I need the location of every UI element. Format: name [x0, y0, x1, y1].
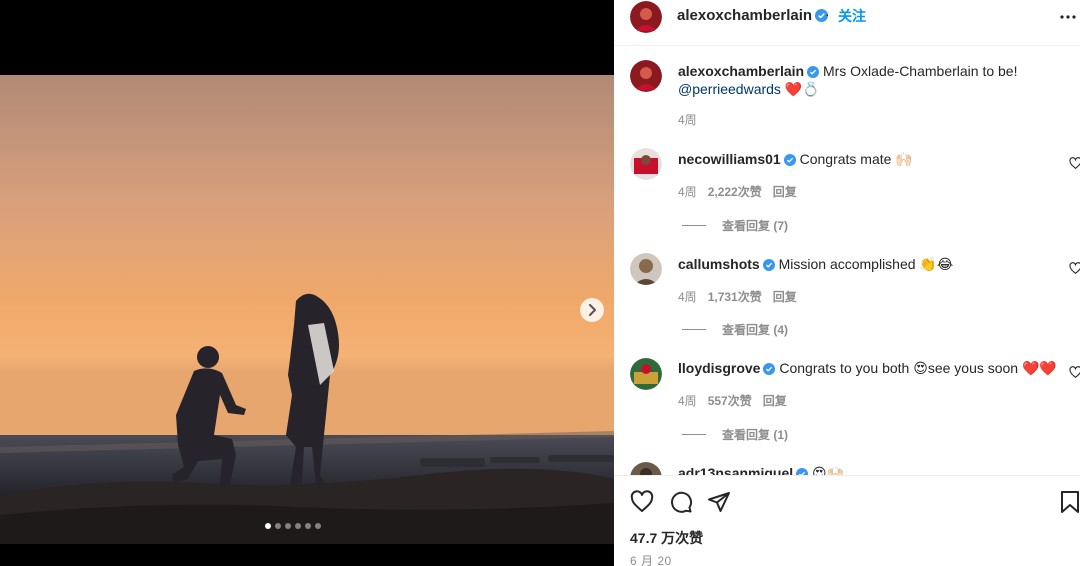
- view-replies-button[interactable]: 查看回复 (4): [682, 321, 788, 338]
- comment-likes[interactable]: 1,731次赞: [708, 288, 762, 305]
- verified-badge-icon: [783, 154, 796, 166]
- comment-username[interactable]: necowilliams01: [678, 151, 781, 167]
- comment-text: callumshots Mission accomplished 👏😂: [678, 255, 1058, 273]
- chevron-right-icon: [589, 304, 596, 316]
- reply-button[interactable]: 回复: [773, 183, 797, 200]
- comment-body: Mission accomplished 👏😂: [778, 256, 954, 272]
- comment-text: lloydisgrove Congrats to you both 😍see y…: [678, 359, 1058, 377]
- author-username[interactable]: alexoxchamberlain: [677, 7, 829, 24]
- view-replies-button[interactable]: 查看回复 (7): [682, 217, 788, 234]
- comment-meta: 4周 557次赞 回复: [678, 392, 787, 409]
- post-header: alexoxchamberlain · 关注: [614, 0, 1080, 46]
- caption-avatar[interactable]: [630, 60, 662, 92]
- paper-plane-icon[interactable]: [707, 490, 731, 514]
- comment-time[interactable]: 4周: [678, 288, 697, 305]
- comment-body: Congrats to you both 😍see yous soon ❤️❤️: [779, 360, 1057, 376]
- bookmark-icon[interactable]: [1060, 490, 1080, 514]
- comment-likes[interactable]: 2,222次赞: [708, 183, 762, 200]
- heart-icon[interactable]: [630, 490, 654, 514]
- carousel-indicator: [265, 523, 321, 529]
- next-slide-button[interactable]: [580, 298, 604, 322]
- comment-time[interactable]: 4周: [678, 183, 697, 200]
- carousel-dot[interactable]: [285, 523, 291, 529]
- view-replies-label: 查看回复 (7): [722, 219, 789, 233]
- post-actions: 47.7 万次赞 6 月 20: [614, 475, 1080, 566]
- comment-likes[interactable]: 557次赞: [708, 392, 752, 409]
- post-media: [0, 0, 614, 566]
- comment-icon[interactable]: [669, 490, 693, 514]
- comment-username[interactable]: lloydisgrove: [678, 360, 760, 376]
- comment-meta: 4周 2,222次赞 回复: [678, 183, 797, 200]
- replies-divider: [682, 329, 706, 330]
- reply-button[interactable]: 回复: [773, 288, 797, 305]
- verified-badge-icon: [763, 363, 776, 375]
- view-replies-label: 查看回复 (1): [722, 428, 789, 442]
- comment-text: necowilliams01 Congrats mate 🙌🏻: [678, 150, 1058, 168]
- mention-link[interactable]: @perrieedwards: [678, 81, 781, 97]
- carousel-dot[interactable]: [315, 523, 321, 529]
- author-avatar[interactable]: [630, 1, 662, 33]
- commenter-avatar[interactable]: [630, 358, 662, 390]
- likes-count[interactable]: 47.7 万次赞: [630, 528, 703, 548]
- verified-badge-icon: [807, 66, 820, 78]
- comment-meta: 4周 1,731次赞 回复: [678, 288, 797, 305]
- heart-icon[interactable]: [1069, 157, 1080, 170]
- caption-text: alexoxchamberlain Mrs Oxlade-Chamberlain…: [678, 62, 1058, 98]
- heart-icon[interactable]: [1069, 366, 1080, 379]
- caption-body: Mrs Oxlade-Chamberlain to be!: [822, 63, 1018, 79]
- comment-body: Congrats mate 🙌🏻: [799, 151, 913, 167]
- carousel-dot[interactable]: [295, 523, 301, 529]
- replies-divider: [682, 225, 706, 226]
- post-date[interactable]: 6 月 20: [630, 552, 672, 566]
- verified-badge-icon: [762, 259, 775, 271]
- view-replies-button[interactable]: 查看回复 (1): [682, 426, 788, 443]
- caption-emoji: ❤️💍: [784, 81, 820, 97]
- heart-icon[interactable]: [1069, 262, 1080, 275]
- more-horizontal-icon[interactable]: [1059, 8, 1077, 26]
- caption-time[interactable]: 4周: [678, 111, 697, 128]
- post-panel: alexoxchamberlain · 关注 alexoxchamberlain…: [614, 0, 1080, 566]
- replies-divider: [682, 434, 706, 435]
- reply-button[interactable]: 回复: [763, 392, 787, 409]
- carousel-dot[interactable]: [305, 523, 311, 529]
- comment-time[interactable]: 4周: [678, 392, 697, 409]
- caption-username[interactable]: alexoxchamberlain: [678, 63, 804, 79]
- follow-button[interactable]: 关注: [838, 6, 866, 26]
- carousel-dot[interactable]: [275, 523, 281, 529]
- commenter-avatar[interactable]: [630, 148, 662, 180]
- view-replies-label: 查看回复 (4): [722, 323, 789, 337]
- header-separator: ·: [825, 6, 830, 22]
- carousel-dot[interactable]: [265, 523, 271, 529]
- post-photo: [0, 75, 614, 544]
- comment-username[interactable]: callumshots: [678, 256, 760, 272]
- commenter-avatar[interactable]: [630, 253, 662, 285]
